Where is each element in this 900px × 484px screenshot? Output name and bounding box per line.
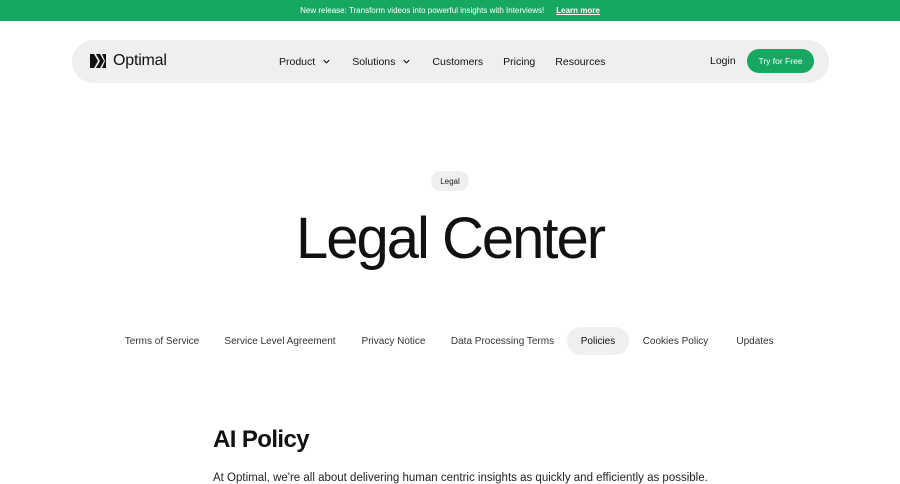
tab-cookies-policy[interactable]: Cookies Policy [637, 327, 714, 355]
nav-item-resources[interactable]: Resources [555, 56, 605, 68]
tab-policies[interactable]: Policies [567, 327, 629, 355]
brand-logo[interactable]: Optimal [90, 52, 167, 70]
nav-item-customers[interactable]: Customers [432, 56, 483, 68]
try-for-free-button[interactable]: Try for Free [747, 49, 814, 73]
nav-item-label: Pricing [503, 55, 536, 68]
tab-privacy-notice[interactable]: Privacy Notice [355, 327, 432, 355]
policy-intro: At Optimal, we're all about delivering h… [213, 472, 708, 484]
nav-item-product[interactable]: Product [279, 56, 331, 68]
tab-data-processing-terms[interactable]: Data Processing Terms [446, 327, 559, 355]
nav-item-solutions[interactable]: Solutions [352, 56, 411, 68]
section-tag: Legal [431, 171, 469, 191]
main-navigation: Optimal Product Solutions Customers Pric… [72, 40, 829, 83]
nav-item-label: Resources [555, 55, 606, 68]
chevron-down-icon [403, 59, 410, 64]
nav-item-pricing[interactable]: Pricing [503, 56, 535, 68]
legal-tabs: Terms of Service Service Level Agreement… [0, 327, 900, 355]
page-title: Legal Center [295, 206, 606, 271]
banner-text: New release: Transform videos into power… [300, 6, 545, 15]
tab-terms-of-service[interactable]: Terms of Service [119, 327, 205, 355]
brand-name: Optimal [113, 52, 167, 69]
nav-item-label: Customers [432, 55, 484, 68]
announcement-banner: New release: Transform videos into power… [0, 0, 900, 21]
nav-menu: Product Solutions Customers Pricing Reso… [279, 40, 605, 83]
chevron-down-icon [323, 59, 330, 64]
login-link[interactable]: Login [710, 55, 736, 67]
optimal-logo-icon [90, 54, 106, 68]
nav-item-label: Product [279, 55, 316, 68]
tab-service-level-agreement[interactable]: Service Level Agreement [219, 327, 341, 355]
policy-heading: AI Policy [213, 426, 310, 453]
learn-more-link[interactable]: Learn more [556, 6, 600, 15]
tab-updates[interactable]: Updates [728, 327, 782, 355]
nav-item-label: Solutions [352, 55, 396, 68]
